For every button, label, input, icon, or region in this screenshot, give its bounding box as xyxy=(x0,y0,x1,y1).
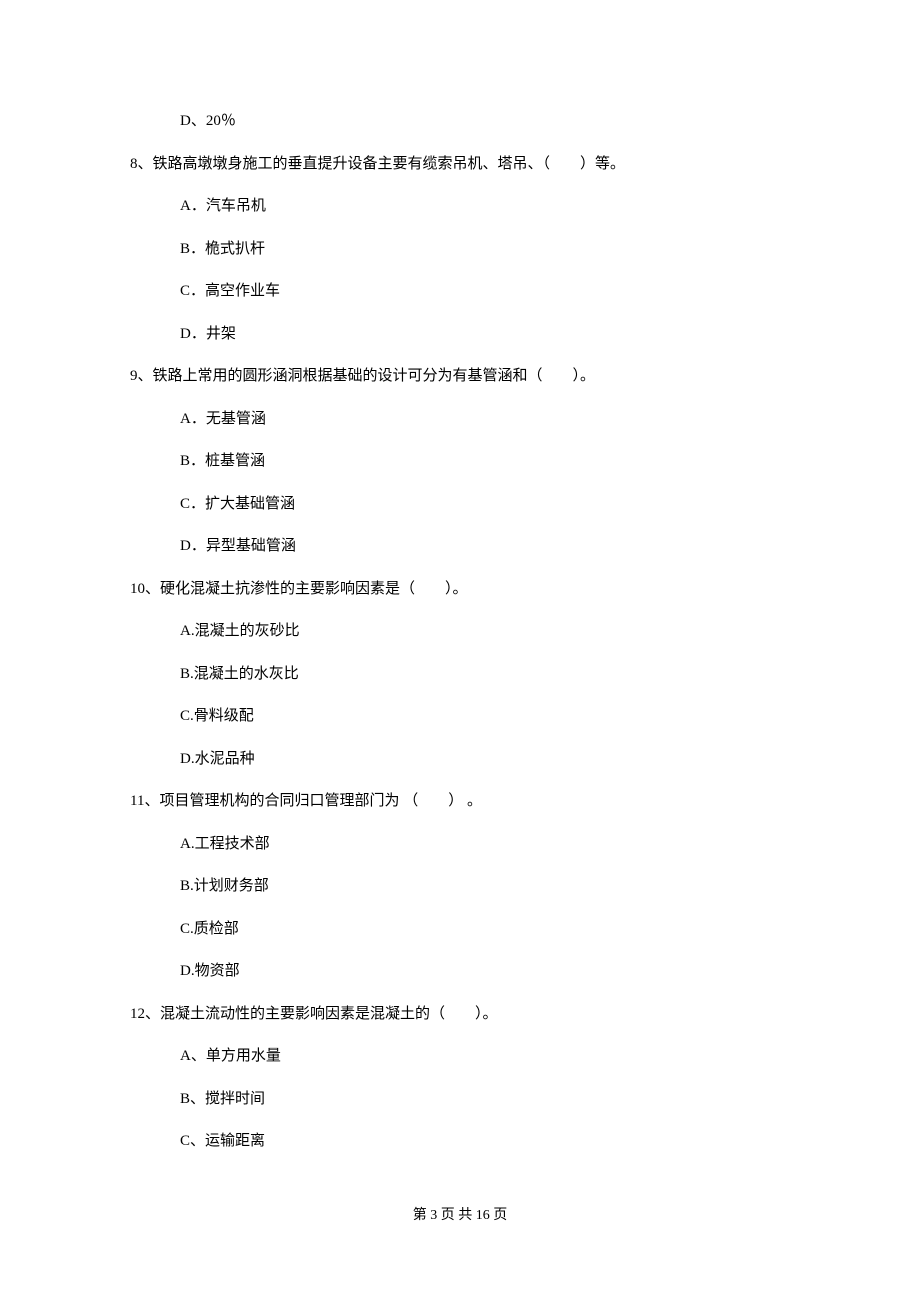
q-num: 8、 xyxy=(130,156,153,172)
q-num: 9、 xyxy=(130,368,153,384)
q-text: 项目管理机构的合同归口管理部门为 （ ） 。 xyxy=(159,793,482,809)
q-num: 10、 xyxy=(130,581,160,597)
q11-option-d: D.物资部 xyxy=(130,960,790,983)
page-footer: 第 3 页 共 16 页 xyxy=(0,1205,920,1226)
q11-option-b: B.计划财务部 xyxy=(130,875,790,898)
q9-option-c: C．扩大基础管涵 xyxy=(130,493,790,516)
q12-option-a: A、单方用水量 xyxy=(130,1045,790,1068)
q12-option-c: C、运输距离 xyxy=(130,1130,790,1153)
q-text: 铁路高墩墩身施工的垂直提升设备主要有缆索吊机、塔吊、（ ）等。 xyxy=(153,156,626,172)
q11-option-a: A.工程技术部 xyxy=(130,833,790,856)
question-11: 11、项目管理机构的合同归口管理部门为 （ ） 。 xyxy=(130,790,790,813)
q8-option-c: C．高空作业车 xyxy=(130,280,790,303)
q10-option-d: D.水泥品种 xyxy=(130,748,790,771)
q-num: 12、 xyxy=(130,1006,160,1022)
q9-option-b: B．桩基管涵 xyxy=(130,450,790,473)
q8-option-d: D．井架 xyxy=(130,323,790,346)
q-num: 11、 xyxy=(130,793,159,809)
q10-option-b: B.混凝土的水灰比 xyxy=(130,663,790,686)
q10-option-a: A.混凝土的灰砂比 xyxy=(130,620,790,643)
question-8: 8、铁路高墩墩身施工的垂直提升设备主要有缆索吊机、塔吊、（ ）等。 xyxy=(130,153,790,176)
page-content: D、20％ 8、铁路高墩墩身施工的垂直提升设备主要有缆索吊机、塔吊、（ ）等。 … xyxy=(0,0,920,1153)
q9-option-a: A．无基管涵 xyxy=(130,408,790,431)
question-9: 9、铁路上常用的圆形涵洞根据基础的设计可分为有基管涵和（ ）。 xyxy=(130,365,790,388)
q-text: 硬化混凝土抗渗性的主要影响因素是（ ）。 xyxy=(160,581,468,597)
q10-option-c: C.骨料级配 xyxy=(130,705,790,728)
q-text: 铁路上常用的圆形涵洞根据基础的设计可分为有基管涵和（ ）。 xyxy=(153,368,596,384)
q8-option-b: B．桅式扒杆 xyxy=(130,238,790,261)
q12-option-b: B、搅拌时间 xyxy=(130,1088,790,1111)
prev-option-d: D、20％ xyxy=(130,110,790,133)
q8-option-a: A．汽车吊机 xyxy=(130,195,790,218)
q11-option-c: C.质检部 xyxy=(130,918,790,941)
question-12: 12、混凝土流动性的主要影响因素是混凝土的（ ）。 xyxy=(130,1003,790,1026)
q-text: 混凝土流动性的主要影响因素是混凝土的（ ）。 xyxy=(160,1006,498,1022)
question-10: 10、硬化混凝土抗渗性的主要影响因素是（ ）。 xyxy=(130,578,790,601)
q9-option-d: D．异型基础管涵 xyxy=(130,535,790,558)
